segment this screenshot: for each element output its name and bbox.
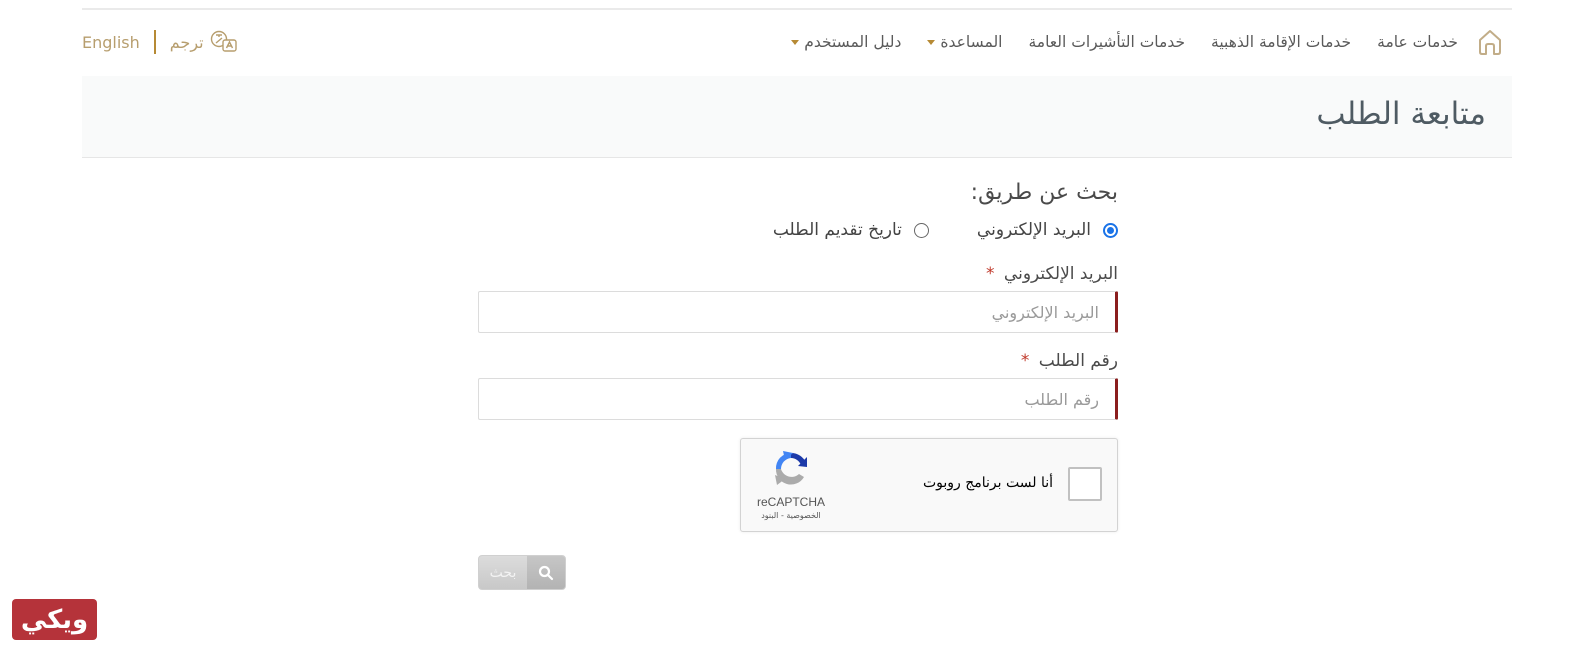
search-button[interactable]: بحث [478, 555, 566, 590]
nav-item-label: المساعدة [940, 33, 1003, 51]
recaptcha-checkbox[interactable] [1068, 467, 1102, 501]
caret-down-icon [791, 39, 800, 45]
nav-item-visa-services[interactable]: خدمات التأشيرات العامة [1028, 33, 1185, 51]
request-number-input[interactable] [479, 379, 1115, 419]
search-icon [538, 565, 554, 580]
nav-item-label: خدمات الإقامة الذهبية [1211, 33, 1352, 51]
top-divider [82, 8, 1512, 10]
nav-item-label: خدمات التأشيرات العامة [1028, 33, 1186, 51]
email-label: البريد الإلكتروني * [986, 264, 1118, 284]
translate-link[interactable]: ترجم [170, 30, 238, 54]
recaptcha-logo: reCAPTCHA الخصوصية - البنود [751, 449, 831, 520]
radio-label: تاريخ تقديم الطلب [772, 220, 902, 240]
recaptcha-icon [775, 451, 807, 485]
recaptcha-brand: reCAPTCHA [756, 495, 825, 509]
email-input[interactable] [479, 292, 1115, 332]
nav-item-guide[interactable]: دليل المستخدم [791, 33, 901, 51]
recaptcha-label: أنا لست برنامج روبوت [922, 475, 1053, 491]
translate-icon [210, 30, 237, 52]
nav-menu: دليل المستخدم المساعدة خدمات التأشيرات ا… [765, 22, 1504, 62]
radio-label: البريد الإلكتروني [976, 220, 1091, 240]
required-marker: * [1020, 351, 1030, 371]
watermark-logo: ويكي [12, 599, 97, 640]
home-button[interactable] [1476, 28, 1504, 56]
language-switcher: English ترجم [82, 22, 238, 62]
nav-item-label: خدمات عامة [1377, 33, 1458, 51]
search-icon-wrapper [527, 556, 565, 589]
page-title: متابعة الطلب [1316, 96, 1486, 132]
home-icon [1479, 30, 1501, 55]
radio-button-checked[interactable] [1103, 222, 1118, 238]
language-divider [153, 30, 156, 54]
nav-item-golden-residency[interactable]: خدمات الإقامة الذهبية [1211, 33, 1351, 51]
required-marker: * [986, 264, 995, 284]
nav-item-help[interactable]: المساعدة [927, 33, 1002, 51]
english-link[interactable]: English [82, 33, 140, 52]
search-by-label: بحث عن طريق: [970, 180, 1118, 205]
request-number-label-text: رقم الطلب [1038, 351, 1118, 371]
radio-button[interactable] [913, 222, 929, 238]
caret-down-icon [927, 39, 936, 45]
nav-item-general-services[interactable]: خدمات عامة [1377, 33, 1458, 51]
radio-email[interactable]: البريد الإلكتروني [977, 220, 1118, 240]
watermark-text: ويكي [20, 604, 89, 635]
recaptcha-privacy-terms[interactable]: الخصوصية - البنود [751, 511, 831, 520]
recaptcha-widget: أنا لست برنامج روبوت reCAPTCHA الخصوصية … [740, 438, 1118, 532]
request-number-field-wrapper [478, 378, 1118, 420]
radio-submission-date[interactable]: تاريخ تقديم الطلب [773, 220, 929, 240]
main-nav: دليل المستخدم المساعدة خدمات التأشيرات ا… [82, 22, 1512, 62]
page-header: متابعة الطلب [82, 76, 1512, 158]
search-method-radios: البريد الإلكتروني تاريخ تقديم الطلب [725, 220, 1118, 240]
email-field-wrapper [478, 291, 1118, 333]
search-button-label: بحث [489, 564, 517, 581]
translate-label: ترجم [169, 32, 204, 52]
email-label-text: البريد الإلكتروني [1003, 264, 1118, 284]
nav-item-label: دليل المستخدم [804, 33, 902, 51]
request-number-label: رقم الطلب * [1021, 351, 1118, 371]
